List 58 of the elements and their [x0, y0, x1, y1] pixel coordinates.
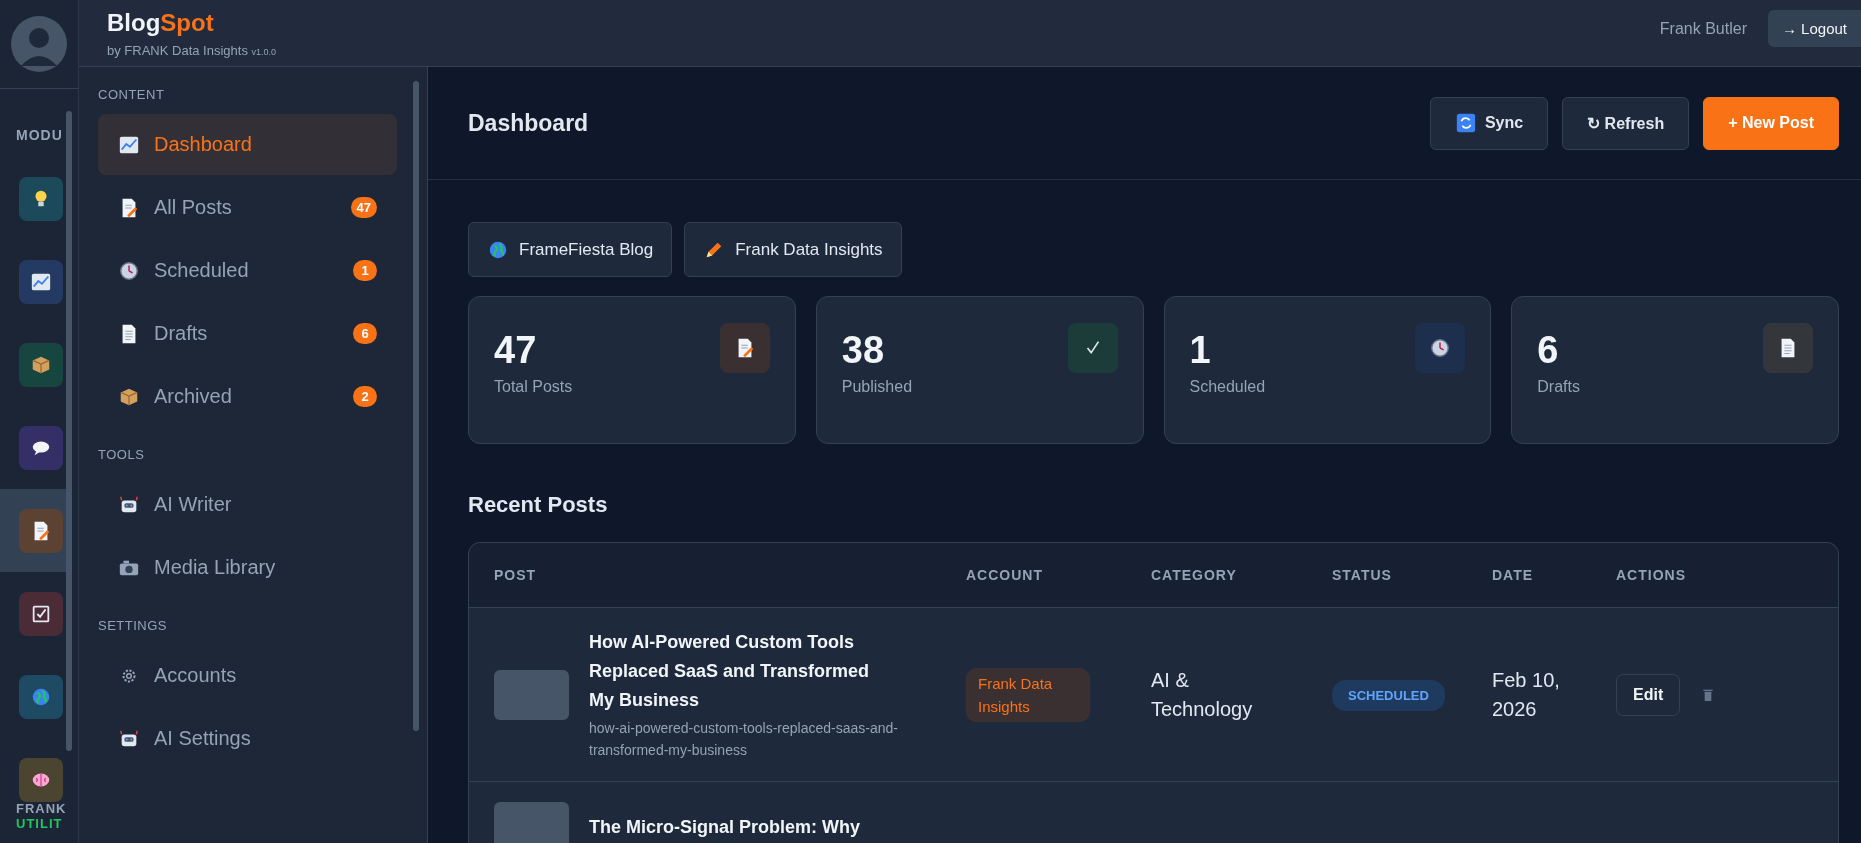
rail-footer-text: UTILIT	[16, 816, 64, 831]
nav-item[interactable]: AI Writer	[98, 474, 397, 535]
category-text: AI & Technology	[1151, 667, 1254, 722]
section-heading: CONTENT	[98, 87, 166, 102]
date-text: Feb 10, 2026	[1492, 667, 1561, 722]
user-name: Frank Butler	[1659, 19, 1747, 38]
column-header: CATEGORY	[1151, 567, 1238, 583]
sync-button[interactable]: Sync	[1429, 96, 1549, 150]
stat-label: Scheduled	[1189, 378, 1266, 396]
post-title[interactable]: How AI-Powered Custom Tools Replaced SaaS and Transformed My Business	[589, 628, 889, 715]
nav-item[interactable]: Media Library	[98, 537, 397, 598]
stat-label: Total Posts	[494, 378, 573, 396]
count-badge: 47	[350, 197, 377, 218]
modules-heading: MODU	[15, 127, 64, 143]
column-header: DATE	[1492, 567, 1535, 583]
brand-logo: BlogSpot	[107, 8, 215, 37]
account-chip[interactable]: Frank Data Insights	[684, 222, 902, 277]
status-badge: SCHEDULED	[1332, 679, 1445, 711]
column-header: ACCOUNT	[966, 567, 1044, 583]
stat-value: 47	[494, 329, 538, 372]
section-title: Recent Posts	[468, 492, 609, 518]
nav-item[interactable]: Scheduled 1	[98, 240, 397, 301]
stat-value: 1	[1189, 329, 1212, 372]
scrollbar[interactable]	[413, 81, 419, 731]
column-header: POST	[494, 567, 538, 583]
stat-value: 6	[1537, 329, 1560, 372]
nav-item[interactable]: Dashboard	[98, 114, 397, 175]
clock-icon	[118, 259, 140, 282]
page-title: Dashboard	[468, 109, 589, 137]
nav-item[interactable]: Drafts 6	[98, 303, 397, 364]
nav-item[interactable]: Archived 2	[98, 366, 397, 427]
section-heading: TOOLS	[98, 447, 146, 462]
sync-icon	[1454, 112, 1477, 134]
count-badge: 2	[353, 386, 377, 407]
nav-item[interactable]: Accounts	[98, 645, 397, 706]
edit-button[interactable]: Edit	[1616, 673, 1681, 716]
stat-label: Drafts	[1537, 378, 1580, 396]
clock-icon	[1429, 337, 1452, 359]
version-label: v1.0.0	[251, 46, 277, 57]
logout-button[interactable]: → Logout	[1767, 10, 1861, 47]
post-title[interactable]: The Micro-Signal Problem: Why	[589, 812, 861, 842]
post-slug: how-ai-powered-custom-tools-replaced-saas-and-transformed-my-business	[589, 719, 899, 760]
brand-subtitle: by FRANK Data Insights	[107, 42, 248, 58]
column-header: STATUS	[1332, 567, 1393, 583]
count-badge: 6	[353, 323, 377, 344]
module-tile[interactable]	[0, 489, 68, 572]
nav-item[interactable]: AI Settings	[98, 708, 397, 769]
rail-footer-text: FRANK	[16, 801, 67, 816]
scrollbar[interactable]	[66, 111, 72, 751]
count-badge: 1	[353, 260, 377, 281]
refresh-button[interactable]: ↻ Refresh	[1562, 96, 1690, 150]
stat-value: 38	[841, 329, 886, 372]
column-header: ACTIONS	[1616, 567, 1687, 583]
account-chip[interactable]: FrameFiesta Blog	[468, 222, 673, 277]
nav-item[interactable]: All Posts 47	[98, 177, 397, 238]
account-tag: Frank Data Insights	[966, 667, 1090, 722]
stat-label: Published	[841, 378, 913, 396]
section-heading: SETTINGS	[98, 618, 168, 633]
